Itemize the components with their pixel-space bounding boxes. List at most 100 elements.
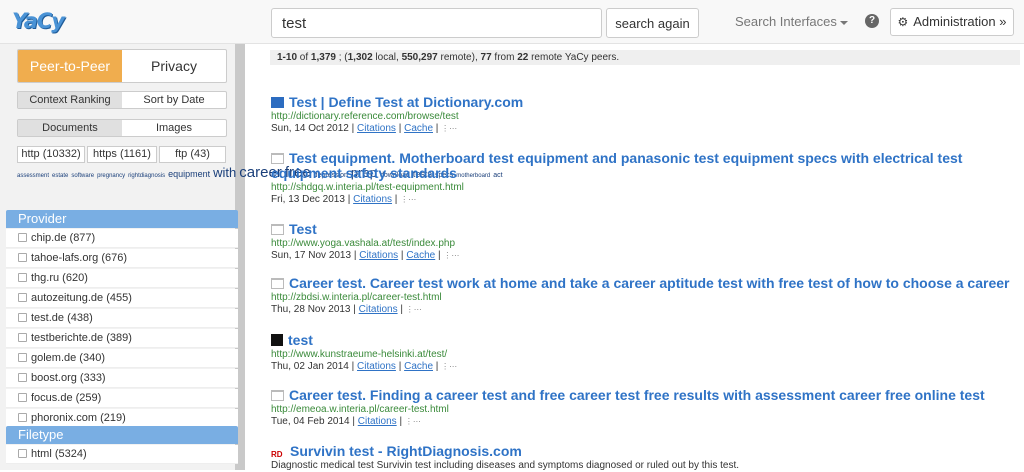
filetype-panel-title: Filetype [6,426,238,444]
result-url[interactable]: http://www.yoga.vashala.at/test/index.ph… [271,238,1011,250]
administration-button[interactable]: ⚙ Administration » [890,8,1014,36]
ranking-icon[interactable]: ⋮⋯ [443,251,459,260]
facet-label: focus.de (259) [31,392,102,404]
facet-label: autozeitung.de (455) [31,292,132,304]
search-interfaces-menu[interactable]: Search Interfaces [735,14,848,29]
result-meta: Thu, 02 Jan 2014 | Citations | Cache | ⋮… [271,361,458,372]
ranking-icon[interactable]: ⋮⋯ [400,195,416,204]
checkbox[interactable] [18,333,27,342]
facet-label: boost.org (333) [31,372,106,384]
result-url[interactable]: http://dictionary.reference.com/browse/t… [271,111,1011,123]
protocol-ftp[interactable]: ftp (43) [159,146,226,163]
tag-cloud-word[interactable]: assessment [17,173,49,179]
content-toggle: Documents Images [17,119,227,137]
checkbox[interactable] [18,449,27,458]
protocol-http[interactable]: http (10332) [17,146,85,163]
result-title-link[interactable]: Career test. Career test work at home an… [271,276,1011,291]
filetype-facet-item[interactable]: html (5324) [6,445,238,464]
result-title-link[interactable]: Test equipment. Motherboard test equipme… [271,151,1011,181]
administration-label: Administration » [913,14,1007,29]
tag-cloud-word[interactable]: rightdiagnosis [128,173,165,179]
provider-facet-item[interactable]: golem.de (340) [6,349,238,368]
tab-sort-by-date[interactable]: Sort by Date [122,92,226,108]
provider-facet-item[interactable]: tahoe-lafs.org (676) [6,249,238,268]
result-title-link[interactable]: Career test. Finding a career test and f… [271,388,1011,403]
result-url[interactable]: http://shdgq.w.interia.pl/test-equipment… [271,182,1011,194]
checkbox[interactable] [18,293,27,302]
search-interfaces-label: Search Interfaces [735,14,837,29]
peer-count: 22 [517,52,529,63]
result-title: Test [289,221,317,237]
status-text: of [297,52,311,63]
tab-privacy[interactable]: Privacy [122,50,226,82]
yacy-logo[interactable]: YaCy [12,6,65,36]
result-title-link[interactable]: RD Survivin test - RightDiagnosis.com [271,444,1011,460]
tag-cloud-word[interactable]: estate [52,173,68,179]
result-remote: 550,297 [401,52,438,63]
result-status-bar: 1-10 of 1,379 ; (1,302 local, 550,297 re… [270,50,1020,65]
search-input[interactable] [271,8,602,38]
tab-peer-to-peer[interactable]: Peer-to-Peer [18,50,122,82]
checkbox[interactable] [18,233,27,242]
citations-link[interactable]: Citations [359,250,398,261]
provider-facet-item[interactable]: autozeitung.de (455) [6,289,238,308]
result-url[interactable]: http://zbdsi.w.interia.pl/career-test.ht… [271,292,1011,304]
ranking-icon[interactable]: ⋮⋯ [441,124,457,133]
tag-cloud-word[interactable]: software [71,173,94,179]
checkbox[interactable] [18,413,27,422]
checkbox[interactable] [18,253,27,262]
citations-link[interactable]: Citations [353,194,392,205]
facet-label: thg.ru (620) [31,272,88,284]
cache-link[interactable]: Cache [404,361,433,372]
result-title: Test equipment. Motherboard test equipme… [271,150,963,181]
remote-count: 77 [480,52,492,63]
provider-facet-item[interactable]: test.de (438) [6,309,238,328]
cache-link[interactable]: Cache [406,250,435,261]
ranking-icon[interactable]: ⋮⋯ [406,305,422,314]
tab-images[interactable]: Images [122,120,226,136]
checkbox[interactable] [18,353,27,362]
result-date: Thu, 02 Jan 2014 [271,361,349,372]
tag-cloud-word[interactable]: equipment [168,169,210,179]
checkbox[interactable] [18,273,27,282]
result-title-link[interactable]: Test [271,222,1011,237]
citations-link[interactable]: Citations [358,416,397,427]
provider-panel-title: Provider [6,210,238,228]
cache-link[interactable]: Cache [404,123,433,134]
protocol-https[interactable]: https (1161) [87,146,157,163]
document-icon [271,390,284,401]
status-text: remote YaCy peers. [528,52,620,63]
result-title-link[interactable]: Test | Define Test at Dictionary.com [271,95,1011,110]
provider-facet-item[interactable]: thg.ru (620) [6,269,238,288]
caret-down-icon [839,20,848,25]
result-url[interactable]: http://emeoa.w.interia.pl/career-test.ht… [271,404,1011,416]
tab-context-ranking[interactable]: Context Ranking [18,92,122,108]
result-title: test [288,332,313,348]
citations-link[interactable]: Citations [357,361,396,372]
search-result: Test http://www.yoga.vashala.at/test/inde… [271,222,1011,262]
citations-link[interactable]: Citations [357,123,396,134]
result-title: Career test. Finding a career test and f… [289,387,985,403]
result-title-link[interactable]: test [271,333,1011,348]
citations-link[interactable]: Citations [359,304,398,315]
checkbox[interactable] [18,373,27,382]
result-snippet: Diagnostic medical test Survivin test in… [271,460,740,471]
black-square-icon [271,334,283,346]
provider-facet-item[interactable]: focus.de (259) [6,389,238,408]
help-icon[interactable]: ? [865,14,879,28]
ranking-icon[interactable]: ⋮⋯ [405,417,421,426]
checkbox[interactable] [18,313,27,322]
facet-label: test.de (438) [31,312,93,324]
checkbox[interactable] [18,393,27,402]
result-meta: Thu, 28 Nov 2013 | Citations | ⋮⋯ [271,304,422,315]
tag-cloud-word[interactable]: with [213,165,236,180]
tab-documents[interactable]: Documents [18,120,122,136]
provider-facet-item[interactable]: boost.org (333) [6,369,238,388]
result-meta: Sun, 17 Nov 2013 | Citations | Cache | ⋮… [271,250,460,261]
provider-facet-item[interactable]: testberichte.de (389) [6,329,238,348]
tag-cloud-word[interactable]: pregnancy [97,173,125,179]
ranking-icon[interactable]: ⋮⋯ [441,362,457,371]
provider-facet-item[interactable]: chip.de (877) [6,229,238,248]
result-url[interactable]: http://www.kunstraeume-helsinki.at/test/ [271,349,1011,361]
search-again-button[interactable]: search again [606,8,699,38]
